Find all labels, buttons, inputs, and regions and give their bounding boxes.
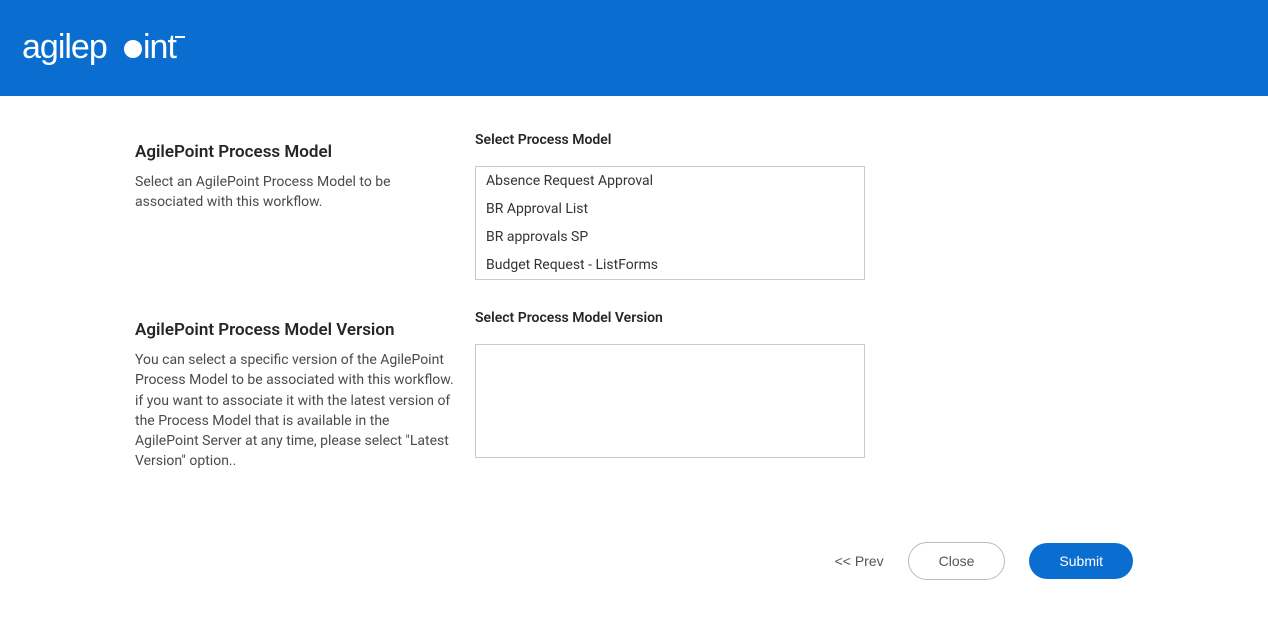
process-model-version-listbox[interactable]: [475, 344, 865, 458]
list-item[interactable]: Absence Request Approval: [476, 167, 864, 195]
process-model-row: AgilePoint Process Model Select an Agile…: [135, 132, 1133, 280]
process-model-version-description: You can select a specific version of the…: [135, 350, 455, 472]
process-model-field: Select Process Model Absence Request App…: [475, 132, 865, 280]
process-model-listbox[interactable]: Absence Request Approval BR Approval Lis…: [475, 166, 865, 280]
submit-button[interactable]: Submit: [1029, 543, 1133, 579]
process-model-version-info: AgilePoint Process Model Version You can…: [135, 310, 475, 472]
list-item[interactable]: BR Approval List: [476, 195, 864, 223]
process-model-version-field: Select Process Model Version: [475, 310, 865, 472]
process-model-description: Select an AgilePoint Process Model to be…: [135, 172, 455, 213]
process-model-field-label: Select Process Model: [475, 132, 865, 148]
close-button[interactable]: Close: [908, 542, 1006, 580]
svg-text:int: int: [143, 28, 177, 66]
process-model-version-title: AgilePoint Process Model Version: [135, 320, 455, 340]
process-model-version-row: AgilePoint Process Model Version You can…: [135, 310, 1133, 472]
list-item[interactable]: Budget Request - ListForms: [476, 251, 864, 279]
process-model-version-field-label: Select Process Model Version: [475, 310, 865, 326]
app-header: agilep int: [0, 0, 1268, 96]
agilepoint-logo-icon: agilep int: [22, 28, 212, 68]
list-item[interactable]: BR approvals SP: [476, 223, 864, 251]
process-model-info: AgilePoint Process Model Select an Agile…: [135, 132, 475, 280]
svg-text:agilep: agilep: [22, 28, 107, 66]
footer-actions: << Prev Close Submit: [135, 502, 1133, 600]
prev-button[interactable]: << Prev: [835, 553, 884, 569]
brand-logo: agilep int: [22, 28, 212, 68]
main-content: AgilePoint Process Model Select an Agile…: [0, 96, 1268, 600]
process-model-title: AgilePoint Process Model: [135, 142, 455, 162]
